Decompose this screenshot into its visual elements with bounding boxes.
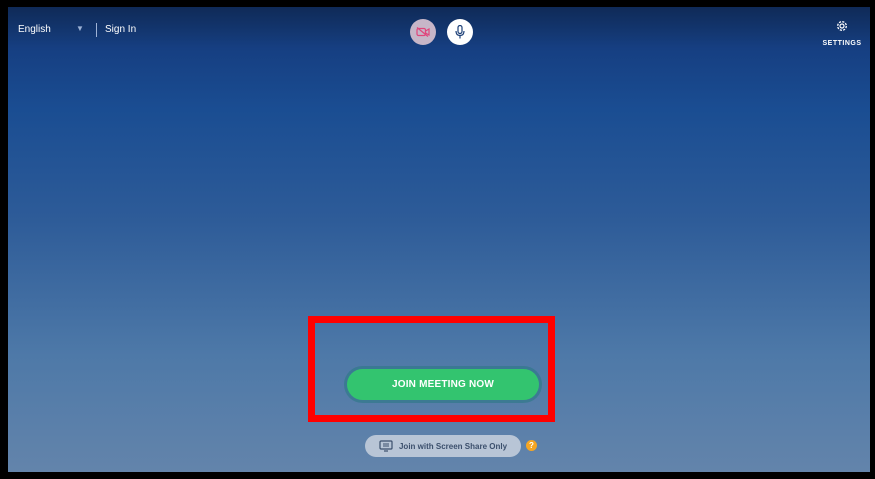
microphone-toggle-button[interactable] <box>447 19 473 45</box>
camera-toggle-button[interactable] <box>410 19 436 45</box>
top-bar: English ▼ Sign In SETTINGS <box>8 7 870 55</box>
gear-icon <box>837 21 847 31</box>
microphone-icon <box>455 25 465 39</box>
help-icon[interactable]: ? <box>526 440 537 451</box>
language-selector[interactable]: English <box>18 24 51 35</box>
settings-button[interactable]: SETTINGS <box>820 19 864 47</box>
camera-off-icon <box>416 27 430 37</box>
settings-label: SETTINGS <box>822 40 862 47</box>
screen-share-label: Join with Screen Share Only <box>398 441 508 451</box>
monitor-icon <box>379 440 393 452</box>
chevron-down-icon[interactable]: ▼ <box>76 24 84 33</box>
divider <box>96 23 97 37</box>
sign-in-link[interactable]: Sign In <box>105 24 136 35</box>
join-screen-share-button[interactable]: Join with Screen Share Only <box>365 435 521 457</box>
red-highlight-box <box>308 316 555 422</box>
